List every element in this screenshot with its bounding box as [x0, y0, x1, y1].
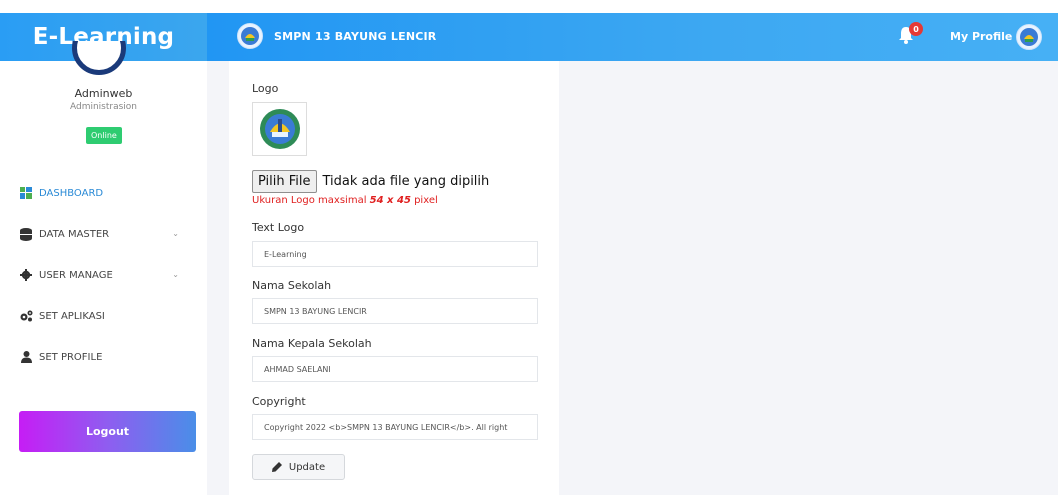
gear-icon [19, 268, 33, 282]
logo-label: Logo [252, 82, 279, 95]
hint-prefix: Ukuran Logo maxsimal [252, 195, 370, 206]
status-badge: Online [86, 127, 122, 144]
sidebar-item-set-aplikasi[interactable]: SET APLIKASI [19, 306, 189, 326]
school-name: SMPN 13 BAYUNG LENCIR [274, 30, 437, 43]
logo-preview [252, 102, 307, 156]
dashboard-icon [19, 186, 33, 200]
sidebar-item-set-profile[interactable]: SET PROFILE [19, 347, 189, 367]
school-emblem-icon [259, 109, 300, 149]
text-logo-input[interactable]: E-Learning [252, 241, 538, 267]
sidebar-item-label: DASHBOARD [39, 187, 104, 199]
file-status-text: Tidak ada file yang dipilih [322, 174, 490, 189]
chevron-down-icon: ⌄ [172, 229, 179, 238]
user-icon [19, 350, 33, 364]
hint-suffix: pixel [410, 195, 438, 206]
sidebar-item-label: SET APLIKASI [39, 310, 105, 322]
sidebar-item-dashboard[interactable]: DASHBOARD [19, 183, 189, 203]
nama-sekolah-input[interactable]: SMPN 13 BAYUNG LENCIR [252, 298, 538, 324]
user-role: Administrasion [69, 102, 138, 112]
notification-badge: 0 [909, 22, 923, 36]
hint-size: 54 x 45 [369, 195, 411, 206]
sidebar-item-label: DATA MASTER [39, 228, 110, 240]
sidebar-item-label: SET PROFILE [39, 351, 103, 363]
sidebar-item-data-master[interactable]: DATA MASTER ⌄ [19, 224, 189, 244]
sidebar-item-user-manage[interactable]: USER MANAGE ⌄ [19, 265, 189, 285]
choose-file-button[interactable]: Pilih File [252, 170, 317, 193]
sidebar: Adminweb Administrasion Online DASHBOARD… [0, 41, 207, 495]
nama-sekolah-label: Nama Sekolah [252, 279, 332, 292]
file-upload-row: Pilih File Tidak ada file yang dipilih [252, 170, 489, 193]
gears-icon [19, 309, 33, 323]
user-avatar [72, 41, 126, 75]
kepala-sekolah-input[interactable]: AHMAD SAELANI [252, 356, 538, 382]
profile-avatar[interactable] [1016, 24, 1042, 50]
database-icon [19, 227, 33, 241]
my-profile-link[interactable]: My Profile [950, 30, 1012, 43]
navbar: SMPN 13 BAYUNG LENCIR 0 My Profile [207, 13, 1058, 61]
sidebar-item-label: USER MANAGE [39, 269, 113, 281]
logo-size-hint: Ukuran Logo maxsimal 54 x 45 pixel [252, 195, 438, 206]
text-logo-label: Text Logo [252, 221, 305, 234]
top-bar: E-Learning SMPN 13 BAYUNG LENCIR 0 My Pr… [0, 0, 1058, 61]
update-button-label: Update [288, 461, 326, 473]
update-button[interactable]: Update [252, 454, 345, 480]
copyright-input[interactable]: Copyright 2022 <b>SMPN 13 BAYUNG LENCIR<… [252, 414, 538, 440]
logout-button[interactable]: Logout [19, 411, 196, 452]
pencil-icon [271, 462, 282, 472]
chevron-down-icon: ⌄ [172, 270, 179, 279]
copyright-label: Copyright [252, 395, 306, 408]
avatar-logo-icon [1020, 28, 1038, 46]
kepala-sekolah-label: Nama Kepala Sekolah [252, 337, 372, 350]
school-logo-icon [237, 23, 263, 49]
notification-bell[interactable]: 0 [897, 22, 923, 49]
user-name: Adminweb [74, 87, 133, 100]
